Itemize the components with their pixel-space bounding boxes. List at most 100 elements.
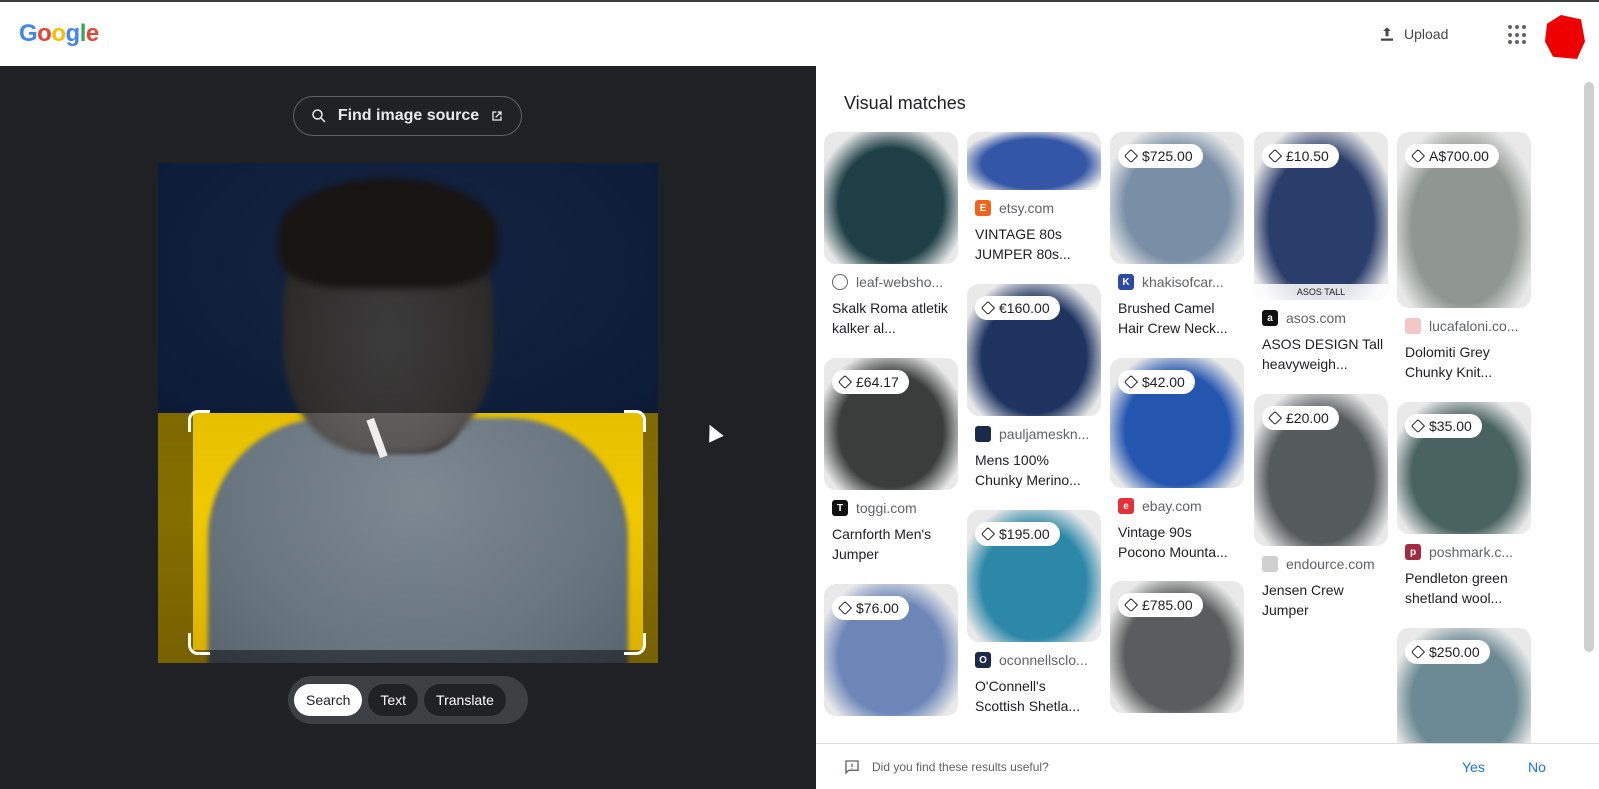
feedback-icon xyxy=(845,759,859,775)
match-thumbnail[interactable]: $42.00 xyxy=(1110,358,1244,488)
match-source[interactable]: e ebay.com xyxy=(1110,498,1244,514)
upload-icon xyxy=(1381,27,1393,41)
visual-match-card[interactable]: £20.00 endource.com Jensen Crew Jumper xyxy=(1254,394,1388,620)
price-tag-icon xyxy=(1123,374,1139,390)
visual-match-card[interactable]: $725.00 Kkhakisofcar... Brushed Camel Hair… xyxy=(1110,132,1244,338)
visual-match-card[interactable]: leaf-websho... Skalk Roma atletik kalker … xyxy=(824,132,958,338)
match-title[interactable]: Pendleton green shetland wool... xyxy=(1397,568,1531,608)
site-favicon-icon: T xyxy=(832,500,848,516)
match-source[interactable]: Ooconnellsclo... xyxy=(967,652,1101,668)
open-in-new-icon xyxy=(492,111,502,121)
feedback-no-button[interactable]: No xyxy=(1528,759,1546,775)
lens-search-icon xyxy=(312,109,326,123)
match-source[interactable]: leaf-websho... xyxy=(824,274,958,290)
query-image[interactable] xyxy=(158,163,658,663)
visual-match-card[interactable]: A$700.00 lucafaloni.co... Dolomiti Grey Ch… xyxy=(1397,132,1531,382)
image-panel: Find image source Search Text Translate xyxy=(0,66,816,789)
match-source[interactable]: p poshmark.c... xyxy=(1397,544,1531,560)
google-apps-icon[interactable] xyxy=(1508,25,1528,45)
match-thumbnail[interactable] xyxy=(967,132,1101,190)
match-thumbnail[interactable]: $725.00 xyxy=(1110,132,1244,264)
visual-match-card[interactable]: $250.00 xyxy=(1397,628,1531,760)
price-badge: $195.00 xyxy=(975,522,1060,546)
upload-button[interactable]: Upload xyxy=(1378,22,1448,46)
visual-match-card[interactable]: Eetsy.com VINTAGE 80s JUMPER 80s... xyxy=(967,132,1101,264)
site-favicon-icon: a xyxy=(1262,310,1278,326)
match-thumbnail[interactable]: $35.00 xyxy=(1397,402,1531,534)
match-title[interactable]: ASOS DESIGN Tall heavyweigh... xyxy=(1254,334,1388,374)
visual-match-card[interactable]: £785.00 xyxy=(1110,581,1244,713)
google-logo[interactable]: Google xyxy=(19,20,99,48)
match-title[interactable]: O'Connell's Scottish Shetla... xyxy=(967,676,1101,716)
visual-match-card[interactable]: £64.17 Ttoggi.com Carnforth Men's Jumper xyxy=(824,358,958,564)
match-source[interactable]: lucafaloni.co... xyxy=(1397,318,1531,334)
find-image-source-button[interactable]: Find image source xyxy=(293,96,522,136)
mode-text[interactable]: Text xyxy=(368,684,419,716)
match-title[interactable]: VINTAGE 80s JUMPER 80s... xyxy=(967,224,1101,264)
site-favicon-icon: e xyxy=(1118,498,1134,514)
crop-handle-top-left[interactable] xyxy=(188,410,210,432)
site-favicon-icon: O xyxy=(975,652,991,668)
visual-match-card[interactable]: $42.00 e ebay.com Vintage 90s Pocono Mounta… xyxy=(1110,358,1244,562)
visual-match-card[interactable]: $195.00 Ooconnellsclo... O'Connell's Scott… xyxy=(967,510,1101,716)
match-title[interactable]: Mens 100% Chunky Merino... xyxy=(967,450,1101,490)
feedback-bar: Did you find these results useful? Yes N… xyxy=(816,743,1599,789)
price-badge: $725.00 xyxy=(1118,144,1203,168)
top-bar: Google Upload xyxy=(0,2,1599,66)
mode-translate[interactable]: Translate xyxy=(424,684,506,716)
match-thumbnail[interactable]: £785.00 xyxy=(1110,581,1244,713)
match-thumbnail[interactable]: $250.00 xyxy=(1397,628,1531,760)
match-source[interactable]: pauljameskn... xyxy=(967,426,1101,442)
match-title[interactable]: Dolomiti Grey Chunky Knit... xyxy=(1397,342,1531,382)
visual-match-card[interactable]: €160.00 pauljameskn... Mens 100% Chunky Me… xyxy=(967,284,1101,490)
feedback-yes-button[interactable]: Yes xyxy=(1462,759,1485,775)
price-tag-icon xyxy=(980,526,996,542)
mouse-cursor xyxy=(702,421,724,443)
crop-handle-bottom-right[interactable] xyxy=(624,633,646,655)
price-tag-icon xyxy=(1267,148,1283,164)
price-tag-icon xyxy=(1410,418,1426,434)
match-thumbnail[interactable]: A$700.00 xyxy=(1397,132,1531,308)
match-thumbnail[interactable]: $195.00 xyxy=(967,510,1101,642)
visual-match-card[interactable]: £10.50 ASOS TALL a asos.com ASOS DESIGN Tall… xyxy=(1254,132,1388,374)
match-title[interactable]: Skalk Roma atletik kalker al... xyxy=(824,298,958,338)
price-tag-icon xyxy=(1123,597,1139,613)
match-source[interactable]: a asos.com xyxy=(1254,310,1388,326)
mode-search[interactable]: Search xyxy=(294,684,363,716)
site-favicon-icon xyxy=(1262,556,1278,572)
crop-handle-bottom-left[interactable] xyxy=(188,633,210,655)
match-source[interactable]: endource.com xyxy=(1254,556,1388,572)
site-favicon-icon: K xyxy=(1118,274,1134,290)
match-thumbnail[interactable]: $76.00 xyxy=(824,584,958,716)
find-image-source-label: Find image source xyxy=(337,107,480,124)
match-title[interactable]: Jensen Crew Jumper xyxy=(1254,580,1388,620)
price-badge: €160.00 xyxy=(975,296,1060,320)
match-thumbnail[interactable]: €160.00 xyxy=(967,284,1101,416)
price-badge: $35.00 xyxy=(1405,414,1482,438)
site-favicon-icon xyxy=(975,426,991,442)
match-title[interactable]: Brushed Camel Hair Crew Neck... xyxy=(1110,298,1244,338)
price-badge: £785.00 xyxy=(1118,593,1203,617)
results-scrollbar[interactable] xyxy=(1584,82,1594,652)
match-thumbnail[interactable]: £20.00 xyxy=(1254,394,1388,546)
results-panel: Visual matches leaf-websho... Skalk Roma … xyxy=(816,66,1599,789)
price-tag-icon xyxy=(1267,410,1283,426)
price-badge: £64.17 xyxy=(832,370,909,394)
account-avatar[interactable] xyxy=(1545,15,1585,59)
visual-match-card[interactable]: $35.00 p poshmark.c... Pendleton green shet… xyxy=(1397,402,1531,608)
price-tag-icon xyxy=(837,374,853,390)
match-thumbnail[interactable]: £64.17 xyxy=(824,358,958,490)
price-tag-icon xyxy=(1410,644,1426,660)
crop-handle-top-right[interactable] xyxy=(624,410,646,432)
price-badge: A$700.00 xyxy=(1405,144,1499,168)
match-source[interactable]: Kkhakisofcar... xyxy=(1110,274,1244,290)
match-title[interactable]: Carnforth Men's Jumper xyxy=(824,524,958,564)
match-thumbnail[interactable] xyxy=(824,132,958,264)
visual-match-card[interactable]: $76.00 xyxy=(824,584,958,716)
match-source[interactable]: Eetsy.com xyxy=(967,200,1101,216)
match-title[interactable]: Vintage 90s Pocono Mounta... xyxy=(1110,522,1244,562)
match-source[interactable]: Ttoggi.com xyxy=(824,500,958,516)
match-thumbnail[interactable]: £10.50 ASOS TALL xyxy=(1254,132,1388,300)
price-badge: £10.50 xyxy=(1262,144,1339,168)
site-favicon-icon xyxy=(1405,318,1421,334)
